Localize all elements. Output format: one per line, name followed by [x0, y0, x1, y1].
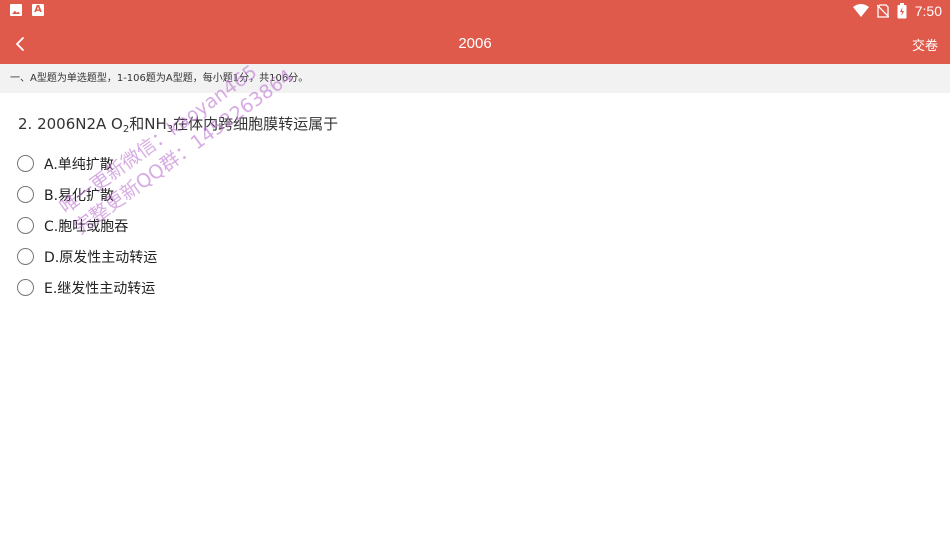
option-e[interactable]: E.继发性主动转运 [17, 272, 157, 303]
status-left-icons: A [10, 4, 44, 16]
question-text: 2. 2006N2A O2和NH3在体内跨细胞膜转运属于 [18, 113, 338, 135]
radio-icon[interactable] [17, 248, 34, 265]
option-a[interactable]: A.单纯扩散 [17, 148, 157, 179]
battery-icon [897, 3, 907, 19]
radio-icon[interactable] [17, 155, 34, 172]
option-c[interactable]: C.胞吐或胞吞 [17, 210, 157, 241]
option-b[interactable]: B.易化扩散 [17, 179, 157, 210]
option-label: C.胞吐或胞吞 [44, 218, 129, 235]
image-icon [10, 4, 22, 16]
option-label: E.继发性主动转运 [44, 280, 156, 297]
no-sim-icon [876, 4, 889, 18]
option-label: A.单纯扩散 [44, 156, 114, 173]
instruction-banner: 一、A型题为单选题型，1-106题为A型题，每小题1分，共106分。 [0, 64, 950, 93]
submit-button[interactable]: 交卷 [912, 35, 938, 54]
wifi-icon [852, 4, 869, 17]
option-label: D.原发性主动转运 [44, 249, 158, 266]
question-mid: 和NH [129, 115, 167, 133]
radio-icon[interactable] [17, 279, 34, 296]
radio-icon[interactable] [17, 186, 34, 203]
status-time: 7:50 [914, 3, 942, 19]
a-icon: A [32, 4, 44, 16]
status-bar: A 7:50 [0, 0, 950, 24]
app-bar: 2006 交卷 [0, 24, 950, 64]
question-prefix: 2. 2006N2A O [18, 115, 123, 133]
status-right: 7:50 [852, 3, 942, 19]
question-suffix: 在体内跨细胞膜转运属于 [173, 115, 339, 133]
radio-icon[interactable] [17, 217, 34, 234]
option-label: B.易化扩散 [44, 187, 115, 204]
option-d[interactable]: D.原发性主动转运 [17, 241, 157, 272]
page-title: 2006 [458, 35, 492, 52]
options-list: A.单纯扩散 B.易化扩散 C.胞吐或胞吞 D.原发性主动转运 E.继发性主动转… [17, 148, 157, 303]
